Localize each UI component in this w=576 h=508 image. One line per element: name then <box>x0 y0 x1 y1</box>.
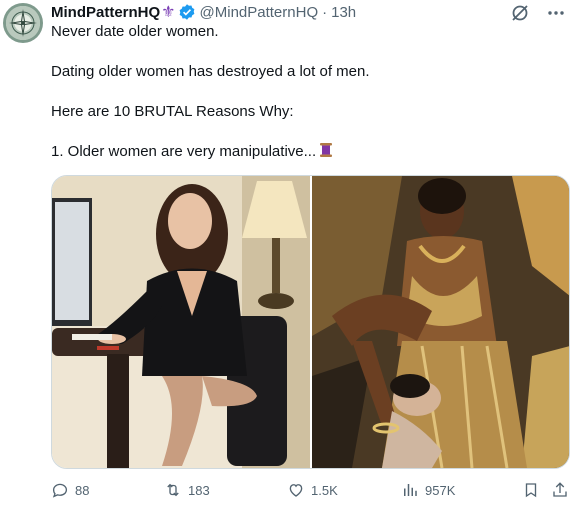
reply-icon <box>52 483 68 498</box>
tweet-header: MindPatternHQ ⚜ @MindPatternHQ · 13h <box>51 2 356 22</box>
bookmark-icon <box>525 483 537 498</box>
more-icon[interactable] <box>546 3 566 23</box>
tweet-line-3: Here are 10 BRUTAL Reasons Why: <box>51 103 294 120</box>
reply-button[interactable]: 88 <box>51 478 89 502</box>
header-separator: · <box>322 3 328 21</box>
author-avatar[interactable] <box>3 3 43 43</box>
painting-scene-image <box>311 176 569 468</box>
like-count: 1.5K <box>311 482 338 498</box>
share-button[interactable] <box>551 478 575 502</box>
tweet-actions-bar: 88 183 1.5K 957K <box>51 478 571 502</box>
woman-office-desk-photo[interactable] <box>52 176 310 468</box>
views-button[interactable]: 957K <box>401 478 455 502</box>
retweet-icon <box>167 483 179 497</box>
author-display-name[interactable]: MindPatternHQ <box>51 4 160 21</box>
retweet-count: 183 <box>188 482 210 498</box>
tweet-top-actions <box>510 3 566 23</box>
thread-spool-emoji-icon <box>320 143 333 157</box>
tweet-line-4-wrap: 1. Older women are very manipulative... <box>51 142 551 162</box>
tweet-text: Never date older women. Dating older wom… <box>51 22 551 162</box>
verified-badge-icon <box>179 4 194 20</box>
tweet-timestamp[interactable]: 13h <box>331 4 356 21</box>
reply-count: 88 <box>75 482 90 498</box>
tweet-media[interactable] <box>51 175 570 469</box>
like-button[interactable]: 1.5K <box>287 478 338 502</box>
bookmark-button[interactable] <box>522 478 546 502</box>
retweet-button[interactable]: 183 <box>164 478 210 502</box>
tweet-line-4: 1. Older women are very manipulative... <box>51 143 317 160</box>
tweet-card[interactable]: MindPatternHQ ⚜ @MindPatternHQ · 13h Nev… <box>0 0 576 508</box>
views-icon <box>404 484 417 496</box>
views-count: 957K <box>425 482 456 498</box>
compass-avatar-icon <box>9 9 37 37</box>
tweet-line-1: Never date older women. <box>51 23 219 40</box>
fleur-de-lis-icon: ⚜ <box>161 4 176 21</box>
like-icon <box>289 484 303 497</box>
office-scene-image <box>52 176 310 468</box>
share-icon <box>553 482 567 497</box>
tweet-line-2: Dating older women has destroyed a lot o… <box>51 63 370 80</box>
painting-woman-gold-dress[interactable] <box>311 176 569 468</box>
grok-icon[interactable] <box>510 3 530 23</box>
author-handle[interactable]: @MindPatternHQ <box>200 4 319 21</box>
